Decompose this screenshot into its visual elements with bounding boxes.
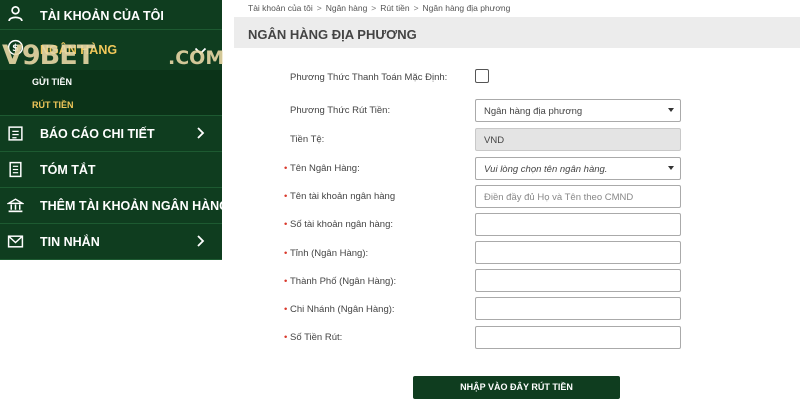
chevron-right-icon: [197, 235, 205, 247]
bank-name-label-text: Tên Ngân Hàng:: [290, 163, 360, 174]
sidebar-item-label: NGÂN HÀNG: [40, 43, 118, 57]
sidebar-item-report[interactable]: BÁO CÁO CHI TIẾT: [0, 116, 222, 152]
required-mark: •: [284, 163, 288, 174]
sidebar: TÀI KHOẢN CỦA TÔI $ NGÂN HÀNG GỬI TIỀN R…: [0, 0, 229, 260]
breadcrumb-separator: >: [316, 3, 322, 13]
account-name-placeholder: Điền đầy đủ Họ và Tên theo CMND: [484, 192, 634, 203]
breadcrumb-separator: >: [413, 3, 419, 13]
sidebar-item-label: TIN NHẮN: [40, 235, 100, 249]
sidebar-item-add-bank[interactable]: THÊM TÀI KHOẢN NGÂN HÀNG: [0, 188, 229, 224]
withdraw-submit-button[interactable]: NHẬP VÀO ĐÂY RÚT TIỀN: [413, 376, 620, 399]
sidebar-item-label: TÓM TẮT: [40, 163, 96, 177]
dropdown-arrow-icon: [668, 166, 674, 170]
breadcrumb-separator: >: [371, 3, 377, 13]
svg-text:$: $: [12, 43, 19, 54]
province-label: • Tỉnh (Ngân Hàng):: [284, 248, 369, 259]
sidebar-item-label: THÊM TÀI KHOẢN NGÂN HÀNG: [40, 199, 229, 213]
required-mark: •: [284, 191, 288, 202]
chevron-right-icon: [197, 127, 205, 139]
sidebar-item-summary[interactable]: TÓM TẮT: [0, 152, 222, 188]
required-mark: •: [284, 248, 288, 259]
city-label: • Thành Phố (Ngân Hàng):: [284, 276, 397, 287]
sidebar-item-account[interactable]: TÀI KHOẢN CỦA TÔI: [0, 0, 222, 30]
amount-label-text: Số Tiền Rút:: [290, 332, 343, 343]
page-title: NGÂN HÀNG ĐỊA PHƯƠNG: [248, 27, 417, 42]
dropdown-arrow-icon: [668, 108, 674, 112]
withdraw-method-value: Ngân hàng địa phương: [484, 106, 583, 117]
bank-icon: [7, 198, 24, 213]
bank-name-select[interactable]: Vui lòng chọn tên ngân hàng.: [475, 157, 681, 180]
user-icon: [8, 6, 23, 22]
branch-label: • Chi Nhánh (Ngân Hàng):: [284, 304, 395, 315]
sidebar-item-messages[interactable]: TIN NHẮN: [0, 224, 222, 260]
amount-label: • Số Tiền Rút:: [284, 332, 343, 343]
withdraw-method-label: Phương Thức Rút Tiền:: [290, 105, 391, 116]
account-name-label-text: Tên tài khoản ngân hàng: [290, 191, 396, 202]
sidebar-subitem-deposit[interactable]: GỬI TIỀN: [32, 77, 72, 87]
city-label-text: Thành Phố (Ngân Hàng):: [290, 276, 397, 287]
required-mark: •: [284, 332, 288, 343]
currency-value: VND: [484, 135, 505, 146]
bank-name-label: • Tên Ngân Hàng:: [284, 163, 360, 174]
envelope-icon: [7, 235, 24, 248]
currency-label: Tiền Tệ:: [290, 134, 325, 145]
breadcrumb-item[interactable]: Rút tiền: [380, 3, 409, 13]
account-number-label-text: Số tài khoản ngân hàng:: [290, 219, 394, 230]
default-method-label: Phương Thức Thanh Toán Mặc Định:: [290, 72, 448, 83]
required-mark: •: [284, 276, 288, 287]
province-input[interactable]: [475, 241, 681, 264]
sidebar-item-bank[interactable]: $ NGÂN HÀNG: [0, 30, 222, 70]
branch-input[interactable]: [475, 297, 681, 320]
required-mark: •: [284, 219, 288, 230]
dollar-icon: $: [7, 39, 24, 56]
breadcrumb: Tài khoản của tôi > Ngân hàng > Rút tiền > Ngâ…: [248, 3, 510, 13]
account-name-input[interactable]: Điền đầy đủ Họ và Tên theo CMND: [475, 185, 681, 208]
withdraw-method-select[interactable]: Ngân hàng địa phương: [475, 99, 681, 122]
account-number-label: • Số tài khoản ngân hàng:: [284, 219, 394, 230]
sidebar-item-label: TÀI KHOẢN CỦA TÔI: [40, 9, 164, 23]
branch-label-text: Chi Nhánh (Ngân Hàng):: [290, 304, 395, 315]
required-mark: •: [284, 304, 288, 315]
default-method-checkbox[interactable]: [475, 69, 489, 83]
account-number-input[interactable]: [475, 213, 681, 236]
breadcrumb-item-current: Ngân hàng địa phương: [422, 3, 511, 13]
currency-field: VND: [475, 128, 681, 151]
document-icon: [9, 161, 22, 178]
breadcrumb-item[interactable]: Tài khoản của tôi: [248, 3, 313, 13]
sidebar-subitem-withdraw[interactable]: RÚT TIỀN: [32, 100, 74, 110]
province-label-text: Tỉnh (Ngân Hàng):: [290, 248, 369, 259]
amount-input[interactable]: [475, 326, 681, 349]
city-input[interactable]: [475, 269, 681, 292]
sidebar-item-label: BÁO CÁO CHI TIẾT: [40, 127, 155, 141]
bank-name-value: Vui lòng chọn tên ngân hàng.: [484, 164, 608, 175]
breadcrumb-item[interactable]: Ngân hàng: [326, 3, 368, 13]
account-name-label: • Tên tài khoản ngân hàng: [284, 191, 396, 202]
report-icon: [8, 126, 23, 141]
chevron-down-icon: [194, 47, 207, 55]
